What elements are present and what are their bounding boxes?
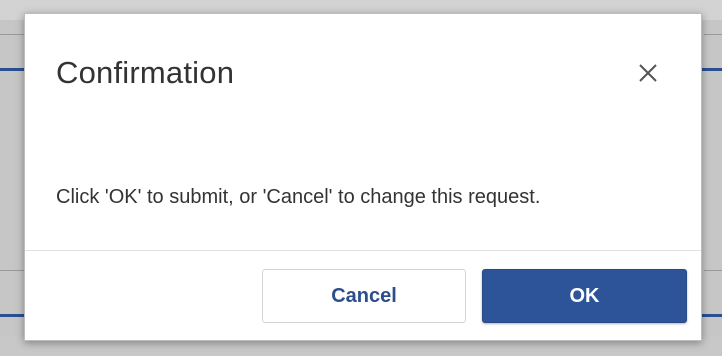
dialog-header: Confirmation [25,14,701,124]
backdrop-divider [0,270,24,271]
ok-button[interactable]: OK [482,269,687,323]
backdrop-accent-line [0,68,26,71]
backdrop-divider [0,34,24,35]
confirmation-dialog: Confirmation Click 'OK' to submit, or 'C… [24,13,702,341]
close-button[interactable] [633,58,663,88]
backdrop-accent-line [0,314,26,317]
backdrop-accent-line [702,68,722,71]
close-icon [639,64,657,82]
backdrop-accent-line [702,314,722,317]
dialog-message: Click 'OK' to submit, or 'Cancel' to cha… [56,186,541,208]
cancel-button[interactable]: Cancel [262,269,466,323]
dialog-title: Confirmation [56,55,235,90]
dialog-footer: Cancel OK [25,251,701,340]
backdrop-divider [704,34,722,35]
dialog-body: Click 'OK' to submit, or 'Cancel' to cha… [25,124,701,250]
backdrop-divider [704,270,722,271]
